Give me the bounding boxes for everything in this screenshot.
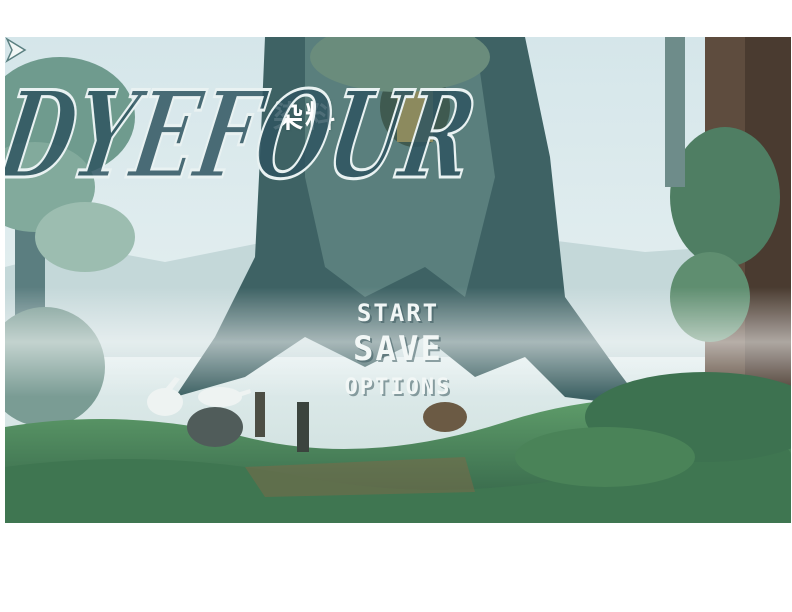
game-scene: 染料 DYEFOUR START SAVE OPTIONS xyxy=(5,37,791,523)
game-logo: DYEFOUR xyxy=(5,62,487,207)
menu-save-button[interactable]: SAVE xyxy=(5,329,791,369)
menu-start-button[interactable]: START xyxy=(5,299,791,327)
arrow-right-icon xyxy=(5,37,27,63)
menu-options-button[interactable]: OPTIONS xyxy=(5,375,791,400)
game-title: DYEFOUR xyxy=(5,64,485,206)
